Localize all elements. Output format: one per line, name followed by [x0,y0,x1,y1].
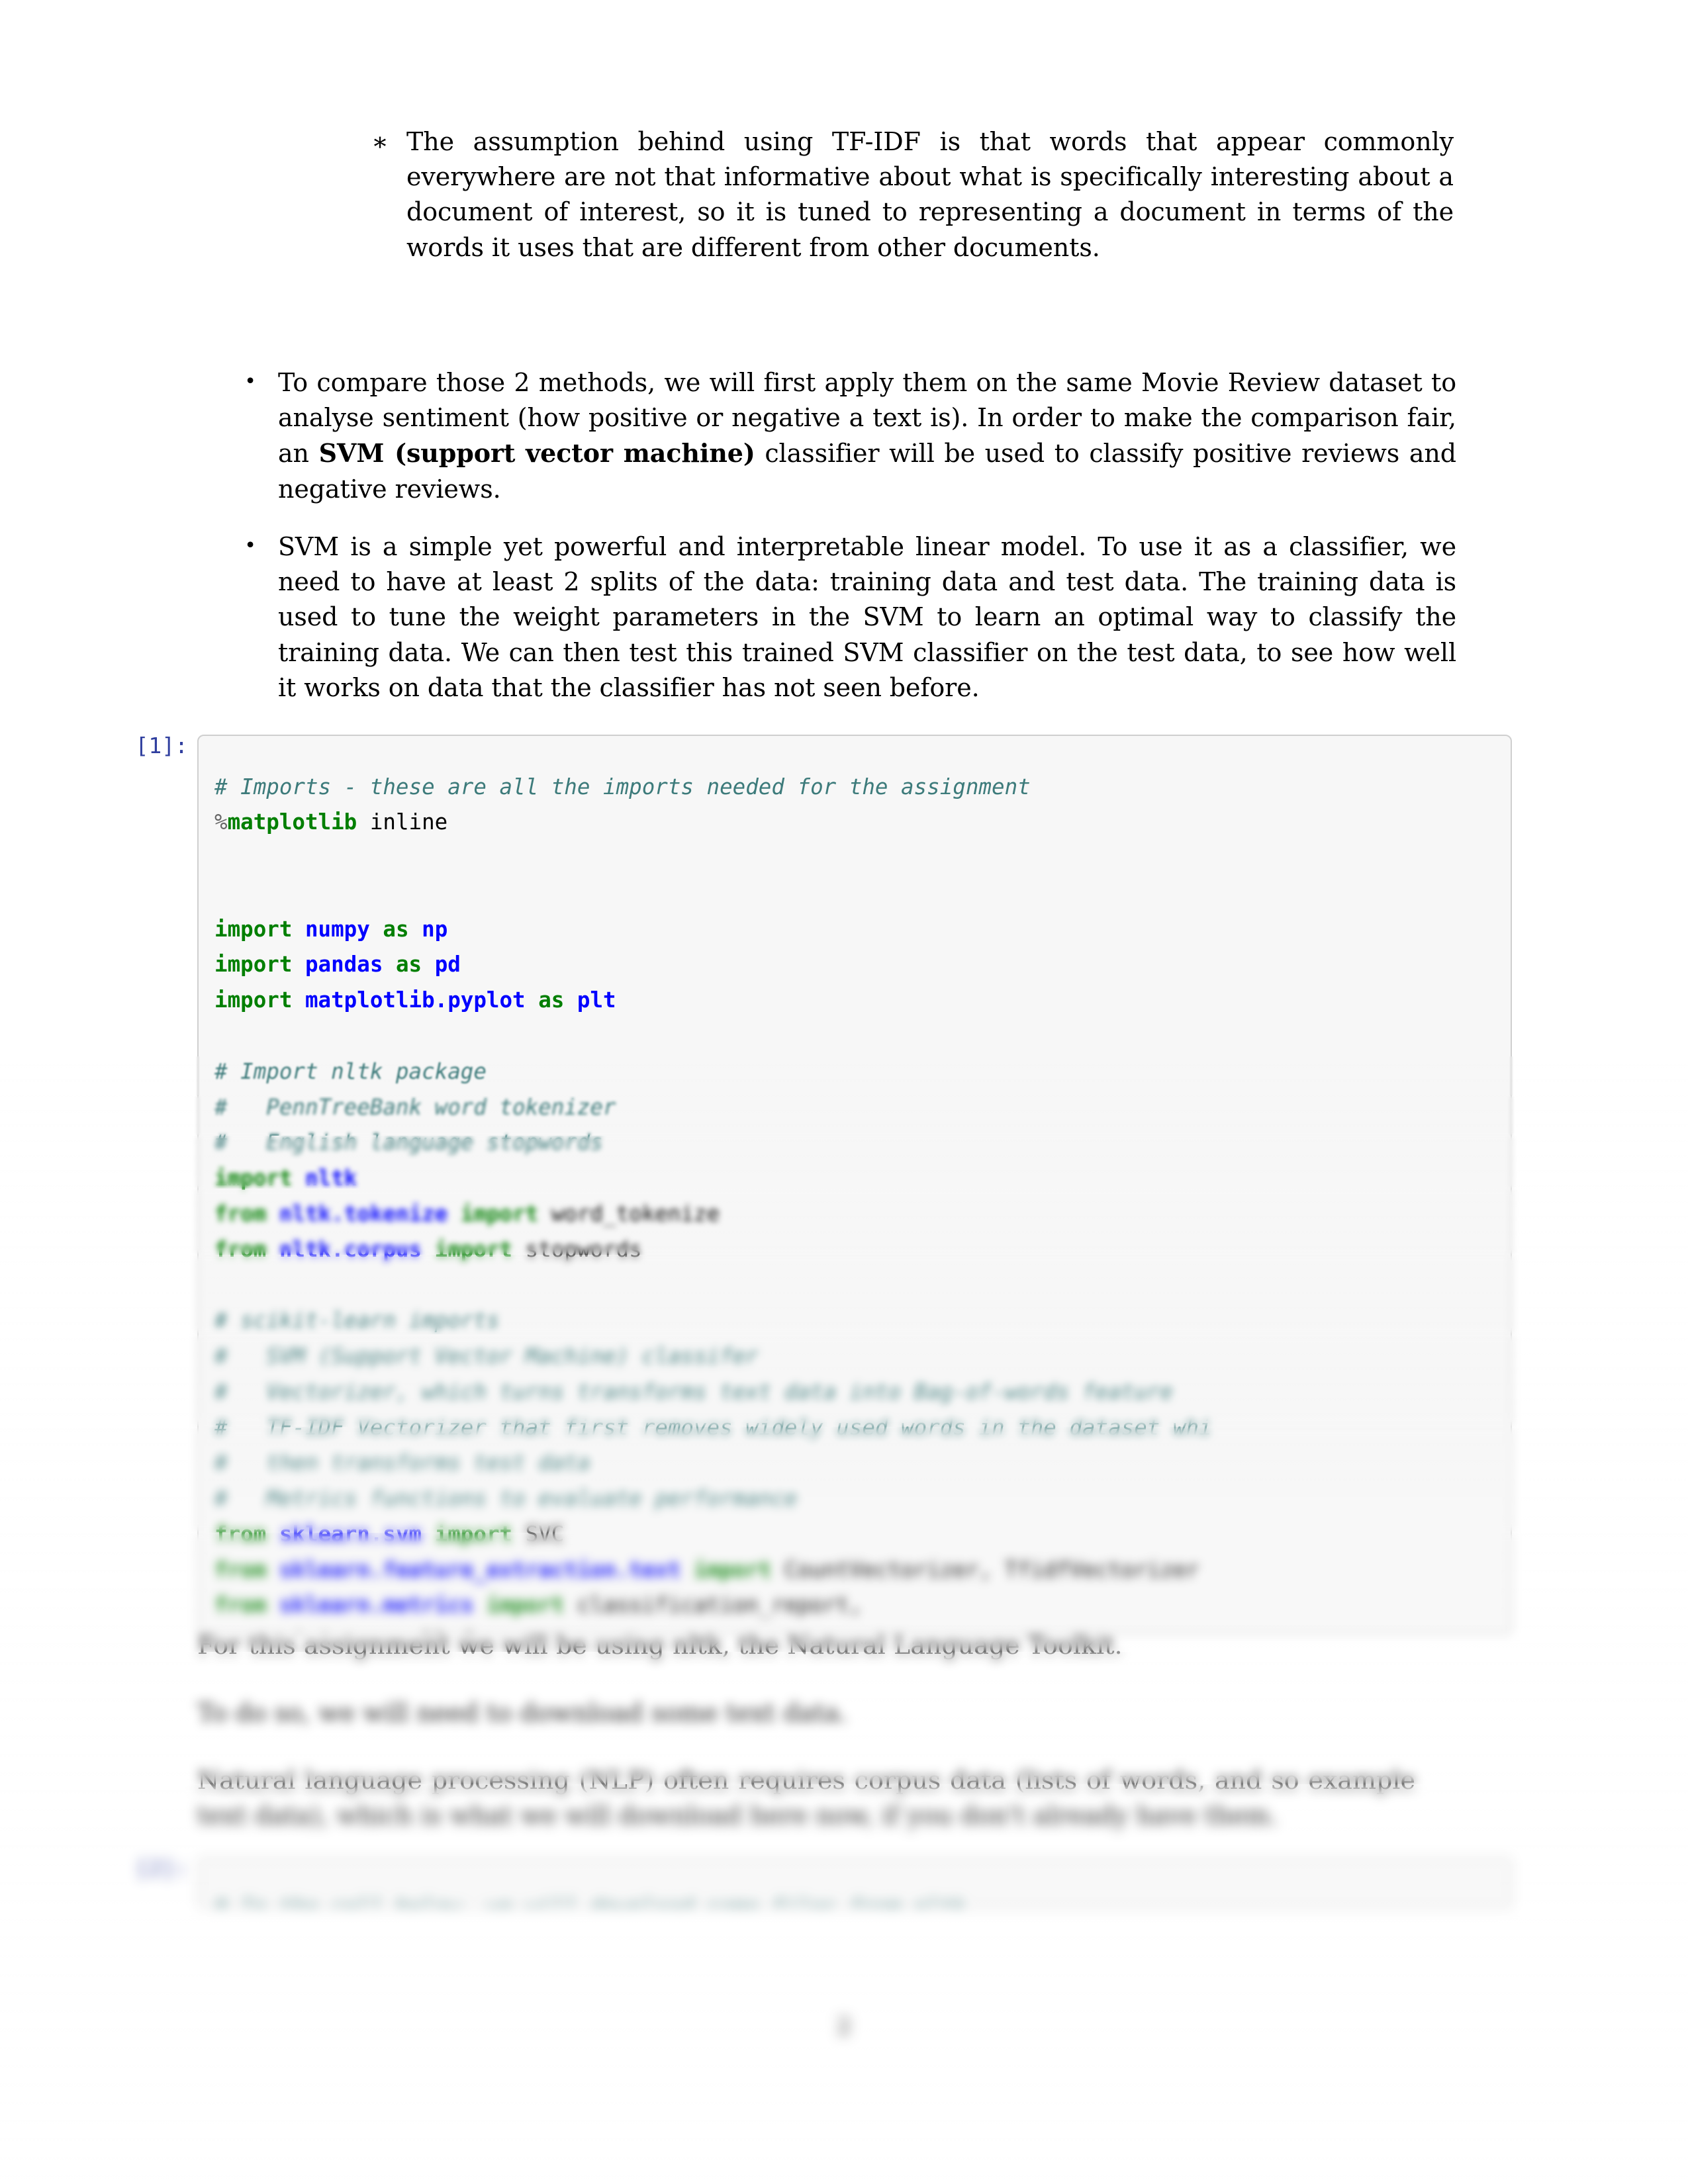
code-cell-1-editor[interactable]: # Imports - these are all the imports ne… [197,735,1512,1635]
code-cell-2-source[interactable]: # In the cell below, we will download so… [214,1889,1495,1908]
code-cell-1[interactable]: [1]: # Imports - these are all the impor… [123,735,1512,1635]
paragraph-nltk-intro: For this assignment we will be using nlt… [197,1631,1123,1660]
page-number: 2 [837,2013,851,2040]
paragraph-corpus-data: Natural language processing (NLP) often … [197,1766,1415,1831]
code-cell-1-source[interactable]: # Imports - these are all the imports ne… [214,770,1495,1634]
compare-methods-text: To compare those 2 methods, we will firs… [278,365,1456,507]
list-item-svm-description: • SVM is a simple yet powerful and inter… [238,529,1456,705]
list-item-sub-bullet: ∗ The assumption behind using TF-IDF is … [368,124,1454,265]
code-cell-2[interactable]: [2]: # In the cell below, we will downlo… [123,1857,1512,1909]
svm-bold-term: SVM (support vector machine) [318,438,755,469]
code-cell-1-prompt: [1]: [135,733,188,758]
list-item-compare-methods: • To compare those 2 methods, we will fi… [238,365,1456,507]
document-page: ∗ The assumption behind using TF-IDF is … [0,0,1688,2184]
paragraph-download-data: To do so, we will need to download some … [197,1698,848,1727]
code-cell-2-prompt: [2]: [135,1855,188,1881]
blur-layer-11 [0,1930,1688,2184]
svm-description-text: SVM is a simple yet powerful and interpr… [278,532,1456,702]
sub-bullet-text: The assumption behind using TF-IDF is th… [406,127,1454,262]
bullet-marker: • [244,534,256,557]
bullet-marker: • [244,370,256,393]
code-cell-2-editor[interactable]: # In the cell below, we will download so… [197,1857,1512,1909]
sub-bullet-marker: ∗ [371,127,389,156]
